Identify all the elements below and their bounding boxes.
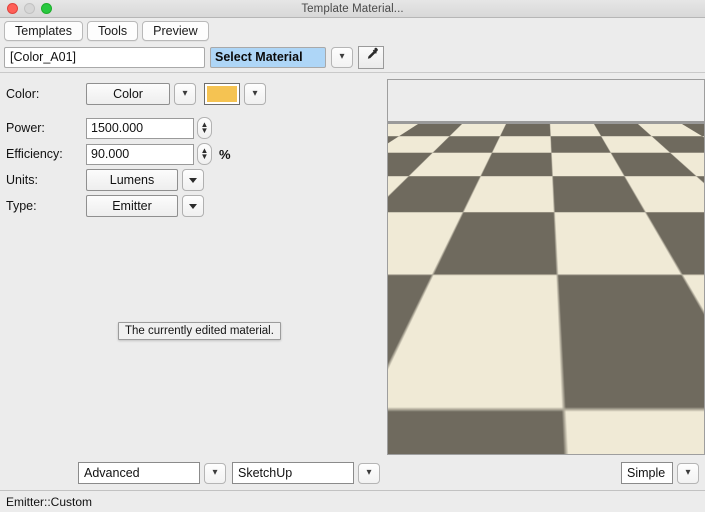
color-row: Color: Color ▾ ▾: [6, 81, 387, 107]
application-window: Template Material... Templates Tools Pre…: [0, 0, 705, 512]
window-title: Template Material...: [301, 2, 404, 15]
mode-dropdown-button[interactable]: ▾: [204, 462, 226, 484]
tab-tools-label: Tools: [97, 24, 128, 38]
close-button[interactable]: [7, 3, 18, 14]
export-up-arrow-icon: [681, 429, 697, 450]
select-material-dropdown-button[interactable]: ▾: [331, 46, 353, 68]
status-bar: Emitter::Custom: [0, 490, 705, 512]
mode-combo[interactable]: Advanced: [78, 462, 200, 484]
tab-tools[interactable]: Tools: [86, 21, 139, 41]
status-text: Emitter::Custom: [6, 494, 93, 509]
units-label: Units:: [6, 173, 38, 187]
tab-templates-label: Templates: [15, 24, 72, 38]
color-swatch-dropdown-button[interactable]: ▾: [244, 83, 266, 105]
chevron-down-icon: ▾: [339, 51, 345, 62]
triangle-down-icon: [189, 203, 197, 209]
tab-preview[interactable]: Preview: [142, 21, 209, 41]
units-combo[interactable]: Lumens: [86, 169, 178, 191]
color-label: Color:: [6, 87, 40, 101]
color-mode-dropdown-button[interactable]: ▾: [174, 83, 196, 105]
color-mode-combo[interactable]: Color: [86, 83, 170, 105]
toolbar: Templates Tools Preview: [0, 18, 705, 42]
color-swatch: [207, 86, 237, 102]
power-stepper[interactable]: ▲ ▼: [197, 117, 212, 139]
window-controls: [7, 3, 52, 14]
footer-right-group: Simple ▾: [621, 462, 699, 484]
type-dropdown-button[interactable]: [182, 195, 204, 217]
exporter-combo[interactable]: SketchUp: [232, 462, 354, 484]
material-name-input[interactable]: [Color_A01]: [4, 46, 205, 68]
chevron-down-icon: ▾: [252, 88, 258, 99]
preview-panel[interactable]: [387, 79, 705, 455]
stepper-down-icon: ▼: [200, 126, 209, 135]
efficiency-input[interactable]: 90.000: [86, 143, 194, 165]
color-swatch-button[interactable]: [204, 83, 240, 105]
preview-mode-dropdown-button[interactable]: ▾: [677, 462, 699, 484]
efficiency-label: Efficiency:: [6, 147, 63, 161]
units-row: Units: Lumens: [6, 167, 387, 193]
triangle-down-icon: [189, 177, 197, 183]
zoom-button[interactable]: [41, 3, 52, 14]
power-row: Power: 1500.000 ▲ ▼: [6, 115, 387, 141]
exporter-dropdown-button[interactable]: ▾: [358, 462, 380, 484]
efficiency-unit-label: %: [219, 146, 231, 162]
preview-sky: [388, 80, 704, 122]
units-dropdown-button[interactable]: [182, 169, 204, 191]
stepper-down-icon: ▼: [200, 152, 209, 161]
footer-bar: Advanced ▾ SketchUp ▾ Simple ▾: [0, 456, 705, 490]
power-label: Power:: [6, 121, 45, 135]
tab-templates[interactable]: Templates: [4, 21, 83, 41]
export-button[interactable]: [678, 428, 700, 450]
eyedropper-icon: [364, 47, 379, 67]
tab-preview-label: Preview: [153, 24, 198, 38]
type-combo[interactable]: Emitter: [86, 195, 178, 217]
chevron-down-icon: ▾: [212, 467, 218, 478]
power-input[interactable]: 1500.000: [86, 117, 194, 139]
material-select-row: [Color_A01] Select Material ▾: [0, 42, 705, 72]
type-label: Type:: [6, 199, 37, 213]
efficiency-stepper[interactable]: ▲ ▼: [197, 143, 212, 165]
preview-cube: [418, 166, 670, 434]
preview-mode-combo[interactable]: Simple: [621, 462, 673, 484]
main-body: Color: Color ▾ ▾ Power: 1500.000 ▲ ▼ Eff…: [0, 73, 705, 512]
type-row: Type: Emitter: [6, 193, 387, 219]
chevron-down-icon: ▾: [366, 467, 372, 478]
efficiency-row: Efficiency: 90.000 ▲ ▼ %: [6, 141, 387, 167]
tooltip: The currently edited material.: [118, 322, 281, 340]
chevron-down-icon: ▾: [685, 467, 691, 478]
chevron-down-icon: ▾: [182, 88, 188, 99]
title-bar: Template Material...: [0, 0, 705, 18]
select-material-input[interactable]: Select Material: [210, 46, 326, 68]
minimize-button[interactable]: [24, 3, 35, 14]
eyedropper-button[interactable]: [358, 45, 384, 69]
properties-panel: Color: Color ▾ ▾ Power: 1500.000 ▲ ▼ Eff…: [0, 73, 387, 512]
